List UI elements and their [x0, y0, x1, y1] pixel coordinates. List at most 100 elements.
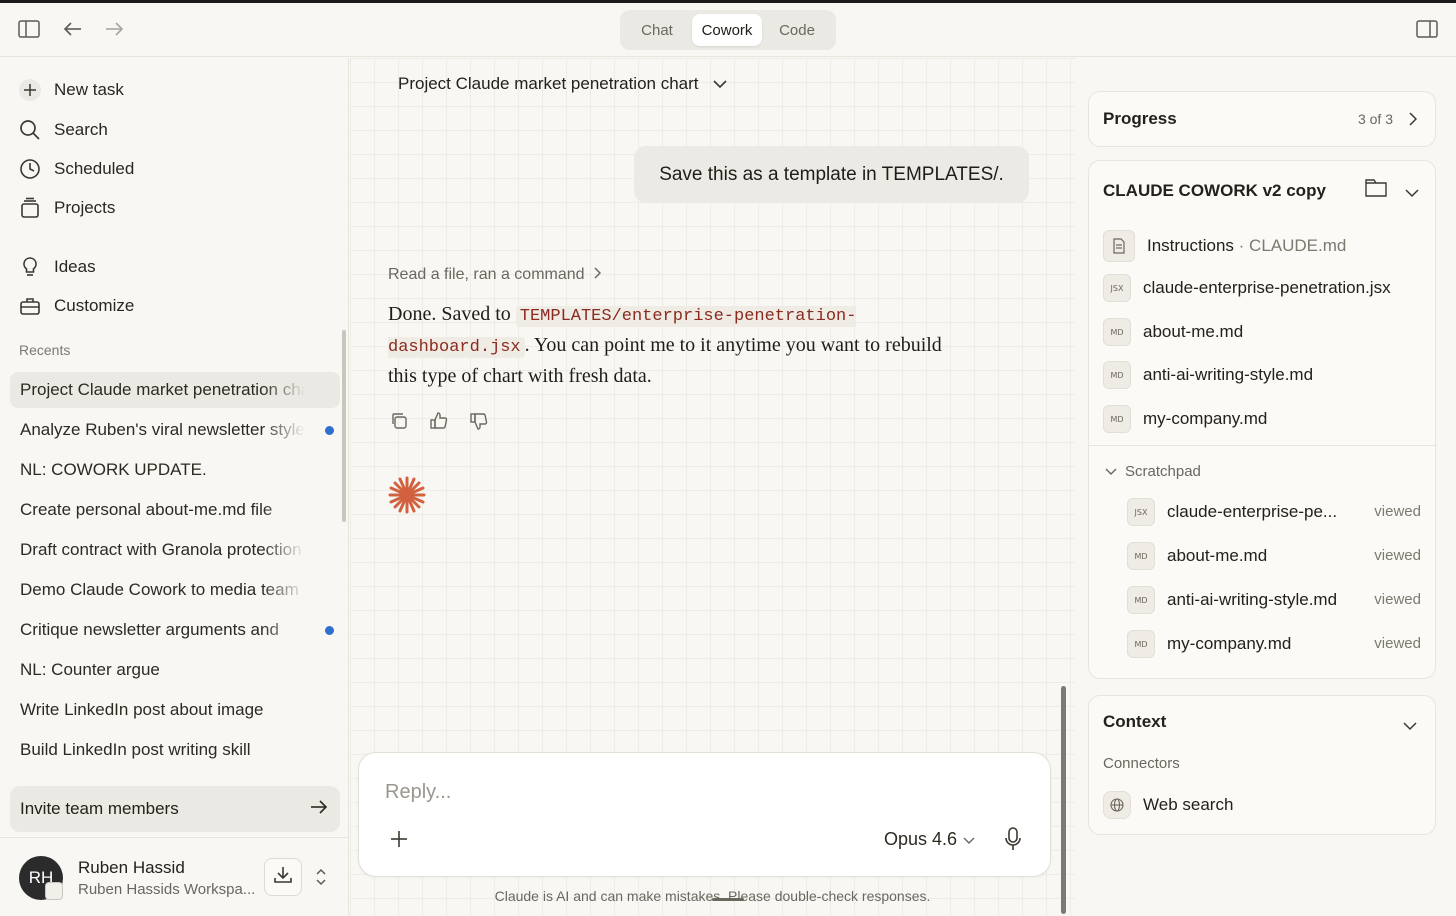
- recent-item[interactable]: Analyze Ruben's viral newsletter style: [10, 412, 340, 448]
- projects-button[interactable]: Projects: [10, 190, 340, 226]
- workspace-name: Ruben Hassids Workspa...: [78, 881, 256, 898]
- recent-item[interactable]: Draft contract with Granola protection: [10, 532, 340, 568]
- recent-item[interactable]: Demo Claude Cowork to media team: [10, 572, 340, 608]
- tool-summary-label: Read a file, ran a command: [388, 266, 585, 283]
- progress-title: Progress: [1103, 109, 1177, 128]
- sidebar: New task Search Scheduled Projects Ideas…: [0, 58, 349, 916]
- conversation-title-button[interactable]: Project Claude market penetration chart: [398, 74, 727, 94]
- mode-chat-tab[interactable]: Chat: [624, 14, 690, 46]
- search-button[interactable]: Search: [10, 112, 340, 148]
- instructions-file-name: CLAUDE.md: [1249, 236, 1347, 255]
- recent-item[interactable]: NL: COWORK UPDATE.: [10, 452, 340, 488]
- file-name: my-company.md: [1143, 409, 1268, 428]
- divider: [1089, 445, 1437, 446]
- search-label: Search: [54, 120, 108, 139]
- sidebar-scrollbar[interactable]: [342, 330, 346, 522]
- md-file-icon: MD: [1103, 405, 1131, 433]
- mode-code-tab[interactable]: Code: [764, 14, 830, 46]
- recent-item-label: Create personal about-me.md file: [20, 500, 273, 519]
- folder-card: CLAUDE COWORK v2 copy Instructions · CLA…: [1088, 160, 1437, 679]
- ideas-button[interactable]: Ideas: [10, 249, 340, 285]
- chevron-right-icon: [593, 266, 601, 284]
- recents-heading: Recents: [19, 342, 71, 358]
- back-arrow-icon[interactable]: [61, 17, 85, 41]
- arrow-right-icon: [310, 799, 328, 820]
- file-name: claude-enterprise-penetration.jsx: [1143, 278, 1391, 297]
- viewed-status: viewed: [1374, 635, 1421, 652]
- mode-cowork-tab[interactable]: Cowork: [692, 14, 762, 46]
- progress-count: 3 of 3: [1357, 111, 1393, 127]
- md-file-icon: MD: [1103, 361, 1131, 389]
- scheduled-button[interactable]: Scheduled: [10, 151, 340, 187]
- file-name: about-me.md: [1143, 322, 1244, 341]
- model-selector[interactable]: Opus 4.6: [884, 827, 975, 851]
- add-attachment-icon[interactable]: [387, 827, 411, 851]
- assistant-message: Done. Saved to TEMPLATES/enterprise-pene…: [388, 300, 948, 391]
- progress-card[interactable]: Progress 3 of 3: [1088, 91, 1436, 147]
- chevron-down-icon: [963, 829, 975, 850]
- file-name: about-me.md: [1167, 546, 1268, 565]
- forward-arrow-icon[interactable]: [102, 17, 126, 41]
- connectors-label: Connectors: [1103, 755, 1180, 772]
- file-name: anti-ai-writing-style.md: [1143, 365, 1314, 384]
- chevron-down-icon[interactable]: [1403, 718, 1417, 736]
- download-icon: [273, 865, 293, 890]
- file-item[interactable]: MD anti-ai-writing-style.md: [1103, 359, 1433, 391]
- recent-item-label: Analyze Ruben's viral newsletter style: [20, 420, 305, 439]
- workspace-badge-icon: [45, 882, 63, 900]
- sidebar-toggle-icon[interactable]: [17, 17, 41, 41]
- account-switcher-icon[interactable]: [312, 866, 330, 888]
- model-label: Opus 4.6: [884, 828, 958, 849]
- folder-title: CLAUDE COWORK v2 copy: [1103, 181, 1326, 200]
- folder-icon[interactable]: [1365, 179, 1387, 202]
- main-chat: Project Claude market penetration chart …: [350, 58, 1075, 916]
- microphone-icon[interactable]: [1001, 825, 1025, 853]
- new-task-button[interactable]: New task: [10, 72, 340, 108]
- mode-switch: Chat Cowork Code: [620, 10, 836, 50]
- lightbulb-icon: [18, 255, 42, 279]
- recent-item[interactable]: NL: Counter argue: [10, 652, 340, 688]
- user-name: Ruben Hassid: [78, 858, 185, 877]
- disclaimer: Claude is AI and can make mistakes. Plea…: [494, 888, 931, 904]
- recent-item[interactable]: Build LinkedIn post writing skill: [10, 732, 340, 768]
- recent-item-label: Write LinkedIn post about image: [20, 700, 264, 719]
- plus-icon: [18, 78, 42, 102]
- projects-icon: [18, 196, 42, 220]
- invite-team-button[interactable]: Invite team members: [10, 786, 340, 832]
- file-item[interactable]: MD my-company.md: [1103, 403, 1433, 435]
- recent-item[interactable]: Critique newsletter arguments and: [10, 612, 340, 648]
- chevron-right-icon: [1409, 112, 1418, 131]
- thumbs-up-icon[interactable]: [428, 410, 450, 432]
- file-item[interactable]: MD about-me.md: [1103, 316, 1433, 348]
- download-button[interactable]: [264, 858, 302, 896]
- instructions-file[interactable]: Instructions · CLAUDE.md: [1103, 230, 1433, 262]
- recent-item[interactable]: Project Claude market penetration chart: [10, 372, 340, 408]
- tool-summary-toggle[interactable]: Read a file, ran a command: [388, 266, 601, 284]
- jsx-file-icon: JSX: [1127, 498, 1155, 526]
- conversation-title: Project Claude market penetration chart: [398, 74, 699, 93]
- message-actions: [388, 410, 490, 432]
- resize-handle[interactable]: [712, 898, 744, 901]
- copy-icon[interactable]: [388, 410, 410, 432]
- globe-icon: [1103, 791, 1131, 819]
- main-scrollbar[interactable]: [1061, 686, 1066, 914]
- customize-label: Customize: [54, 296, 135, 315]
- thumbs-down-icon[interactable]: [468, 410, 490, 432]
- scratchpad-label: Scratchpad: [1125, 463, 1201, 480]
- file-name: anti-ai-writing-style.md: [1167, 590, 1338, 609]
- scheduled-label: Scheduled: [54, 159, 135, 178]
- md-file-icon: MD: [1127, 586, 1155, 614]
- recent-item[interactable]: Write LinkedIn post about image: [10, 692, 340, 728]
- chevron-down-icon[interactable]: [1405, 185, 1419, 203]
- right-panel-toggle-icon[interactable]: [1415, 17, 1439, 41]
- reply-input[interactable]: [385, 777, 985, 807]
- customize-button[interactable]: Customize: [10, 288, 340, 324]
- unread-dot: [325, 426, 334, 435]
- recent-item[interactable]: Create personal about-me.md file: [10, 492, 340, 528]
- md-file-icon: MD: [1103, 318, 1131, 346]
- scratchpad-toggle[interactable]: Scratchpad: [1105, 463, 1201, 480]
- file-item[interactable]: JSX claude-enterprise-penetration.jsx: [1103, 272, 1433, 304]
- clock-icon: [18, 157, 42, 181]
- connector-web-search[interactable]: Web search: [1103, 789, 1433, 821]
- search-icon: [18, 118, 42, 142]
